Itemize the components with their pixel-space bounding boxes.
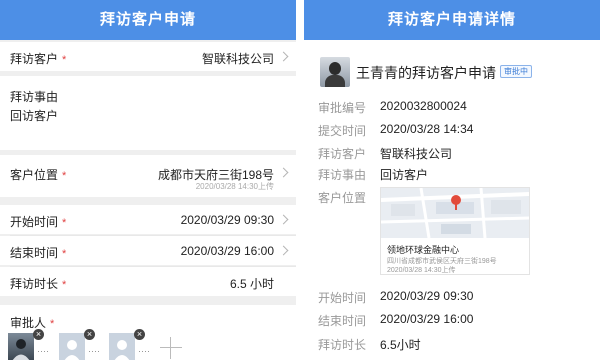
flow-dots: ···· bbox=[138, 346, 150, 356]
page-title: 拜访客户申请详情 bbox=[304, 0, 600, 40]
remove-approver-icon[interactable]: × bbox=[33, 329, 44, 340]
matter-value: 回访客户 bbox=[10, 109, 59, 123]
field-label: 开始时间 bbox=[318, 291, 367, 305]
chevron-right-icon bbox=[278, 245, 289, 256]
field-label: 结束时间 bbox=[318, 314, 367, 328]
matter-label: 拜访事由 bbox=[10, 90, 59, 104]
duration-value: 6.5 小时 bbox=[229, 277, 274, 291]
approval-number: 2020032800024 bbox=[380, 99, 467, 113]
end-time-value: 2020/03/29 16:00 bbox=[180, 244, 274, 258]
flow-dots: ···· bbox=[88, 346, 100, 356]
matter-value: 回访客户 bbox=[380, 168, 429, 182]
duration-value: 6.5小时 bbox=[380, 338, 421, 352]
start-time-label: 开始时间 bbox=[10, 215, 59, 229]
end-time-value: 2020/03/29 16:00 bbox=[380, 312, 474, 326]
chevron-right-icon bbox=[278, 51, 289, 62]
required-mark: * bbox=[62, 248, 67, 260]
end-time-row[interactable]: 结束时间 * 2020/03/29 16:00 bbox=[0, 236, 296, 265]
approver-avatar[interactable] bbox=[109, 333, 135, 360]
required-mark: * bbox=[62, 217, 67, 229]
customer-row[interactable]: 拜访客户 * 智联科技公司 bbox=[0, 42, 296, 71]
approver-avatar[interactable] bbox=[8, 333, 34, 360]
person-photo-icon bbox=[12, 339, 30, 360]
location-map-card[interactable]: 领地环球金融中心 四川省成都市武侯区天府三街198号 2020/03/28 14… bbox=[380, 187, 530, 275]
field-label: 提交时间 bbox=[318, 124, 367, 138]
detail-panel: 拜访客户申请详情 王青青的拜访客户申请 审批中 审批编号 20200328000… bbox=[304, 0, 600, 360]
request-title: 王青青的拜访客户申请 bbox=[356, 65, 496, 81]
flow-dots: ···· bbox=[37, 346, 49, 356]
field-label: 拜访时长 bbox=[318, 338, 367, 352]
map-thumbnail bbox=[381, 188, 529, 238]
chevron-right-icon bbox=[278, 167, 289, 178]
required-mark: * bbox=[62, 279, 67, 291]
location-upload-time: 2020/03/28 14:30上传 bbox=[195, 182, 274, 191]
required-mark: * bbox=[62, 54, 67, 66]
duration-row: 拜访时长 * 6.5 小时 bbox=[0, 267, 296, 296]
map-pin-icon bbox=[451, 195, 461, 210]
start-time-row[interactable]: 开始时间 * 2020/03/29 09:30 bbox=[0, 205, 296, 234]
start-time-value: 2020/03/29 09:30 bbox=[180, 213, 274, 227]
page-title: 拜访客户申请 bbox=[0, 0, 296, 40]
approver-avatar[interactable] bbox=[59, 333, 85, 360]
field-label: 拜访事由 bbox=[318, 168, 367, 182]
customer-value: 智联科技公司 bbox=[380, 147, 453, 161]
start-time-value: 2020/03/29 09:30 bbox=[380, 289, 474, 303]
panel-separator bbox=[296, 0, 304, 360]
location-label: 客户位置 bbox=[10, 168, 59, 182]
field-label: 拜访客户 bbox=[318, 147, 367, 161]
user-placeholder-icon bbox=[64, 340, 80, 360]
required-mark: * bbox=[62, 170, 67, 182]
submit-time: 2020/03/28 14:34 bbox=[380, 122, 474, 136]
map-place-name: 领地环球金融中心 bbox=[387, 245, 460, 255]
customer-value: 智联科技公司 bbox=[201, 52, 274, 66]
apply-form-panel: 拜访客户申请 拜访客户 * 智联科技公司 拜访事由 回访客户 客户位置 * 成都市天… bbox=[0, 0, 296, 360]
applicant-avatar bbox=[320, 57, 350, 87]
remove-approver-icon[interactable]: × bbox=[84, 329, 95, 340]
required-mark: * bbox=[50, 318, 55, 330]
status-badge: 审批中 bbox=[500, 65, 532, 78]
field-label: 审批编号 bbox=[318, 101, 367, 115]
duration-label: 拜访时长 bbox=[10, 277, 59, 291]
customer-label: 拜访客户 bbox=[10, 52, 59, 66]
user-placeholder-icon bbox=[114, 340, 130, 360]
map-upload-time: 2020/03/28 14:30上传 bbox=[387, 267, 456, 274]
location-row[interactable]: 客户位置 * 成都市天府三街198号 2020/03/28 14:30上传 bbox=[0, 155, 296, 197]
approvers-label: 审批人 bbox=[10, 316, 47, 330]
matter-row[interactable]: 拜访事由 回访客户 bbox=[0, 76, 296, 150]
remove-approver-icon[interactable]: × bbox=[134, 329, 145, 340]
chevron-right-icon bbox=[278, 214, 289, 225]
end-time-label: 结束时间 bbox=[10, 246, 59, 260]
add-approver-button[interactable] bbox=[160, 337, 182, 359]
field-label: 客户位置 bbox=[318, 191, 367, 205]
